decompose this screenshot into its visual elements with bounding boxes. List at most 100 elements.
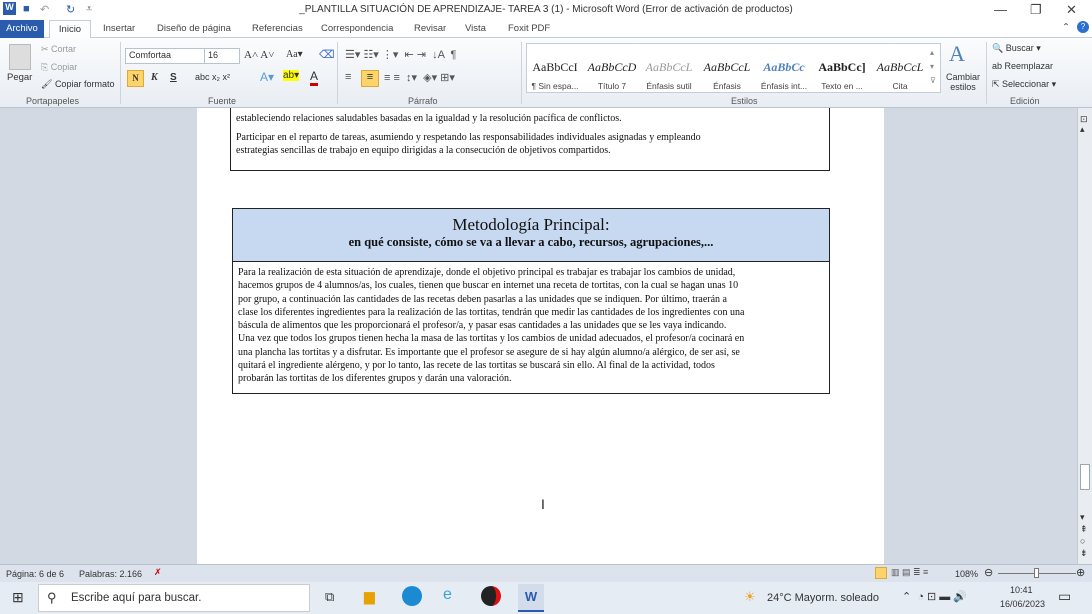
search-placeholder: Escribe aquí para buscar. [71, 592, 202, 604]
undo-icon[interactable]: ↶ [40, 3, 49, 16]
list-icons[interactable]: ☰▾ ☷▾ ⋮▾ ⇤ ⇥ ↓A ¶ [345, 48, 456, 61]
word-taskbar-icon[interactable]: W [518, 584, 544, 612]
clear-format-icon[interactable]: ⌫ [319, 48, 335, 61]
tab-foxit[interactable]: Foxit PDF [508, 23, 550, 34]
zoom-level[interactable]: 108% [955, 569, 978, 579]
grow-font-icon[interactable]: A˄ A˅ [244, 49, 274, 61]
page-count[interactable]: Página: 6 de 6 [6, 569, 64, 579]
tab-referencias[interactable]: Referencias [252, 23, 303, 34]
italic-button[interactable]: K [151, 72, 158, 83]
zoom-slider-thumb[interactable] [1034, 568, 1039, 578]
zoom-in-icon[interactable]: ⊕ [1076, 566, 1085, 579]
collapse-ribbon-icon[interactable]: ⌃ [1062, 22, 1070, 33]
task-view-icon[interactable]: ⧉ [325, 589, 334, 605]
tab-archivo[interactable]: Archivo [0, 20, 44, 38]
vertical-scrollbar[interactable]: ⊡ ▴ ▾ ⇞ ○ ⇟ [1077, 108, 1092, 564]
align-right-icon[interactable]: ≡ ≡ ↕▾ ◈▾ ⊞▾ [384, 71, 455, 84]
tab-inicio[interactable]: Inicio [49, 20, 91, 39]
methodology-body[interactable]: Para la realización de esta situación de… [233, 262, 829, 390]
tab-revisar[interactable]: Revisar [414, 23, 446, 34]
word-count[interactable]: Palabras: 2.166 [79, 569, 142, 579]
proofing-icon[interactable]: ✗ [154, 567, 162, 578]
cut-button[interactable]: ✂ Cortar [41, 44, 76, 55]
replace-button[interactable]: ab Reemplazar [992, 61, 1053, 71]
scroll-down-icon[interactable]: ▾ ⇞ ○ ⇟ [1080, 511, 1088, 559]
title-bar: _PLANTILLA SITUACIÓN DE APRENDIZAJE- TAR… [0, 0, 1092, 20]
text-line: probarán las tortitas de los diferentes … [238, 373, 512, 385]
find-label: Buscar [1005, 43, 1034, 53]
tab-insertar[interactable]: Insertar [103, 23, 135, 34]
styles-gallery: AaBbCcI ¶ Sin espa... AaBbCcD Título 7 AaB… [526, 43, 941, 93]
close-button[interactable]: ✕ [1066, 2, 1077, 18]
tab-vista[interactable]: Vista [465, 23, 486, 34]
align-left-icon[interactable]: ≡ [345, 71, 351, 83]
style-enfasis-sutil[interactable]: AaBbCcL Énfasis sutil [641, 60, 697, 91]
change-case-icon[interactable]: Aa▾ [286, 49, 303, 60]
text-line: Participar en el reparto de tareas, asum… [236, 132, 701, 143]
edge-icon[interactable] [402, 586, 422, 606]
minimize-button[interactable]: — [994, 2, 1007, 17]
internet-explorer-icon[interactable]: e [443, 586, 452, 604]
style-enfasis-intenso[interactable]: AaBbCc Énfasis int... [756, 60, 812, 91]
scrollbar-thumb[interactable] [1080, 464, 1090, 490]
replace-label: Reemplazar [1004, 61, 1054, 71]
align-center-icon[interactable]: ≡ [361, 70, 379, 87]
scroll-up-icon[interactable]: ▴ [1080, 124, 1085, 135]
help-icon[interactable]: ? [1077, 21, 1089, 33]
text-line: una plancha las tortitas y a disfrutar. … [238, 346, 740, 358]
paste-icon[interactable] [9, 44, 31, 70]
tab-correspondencia[interactable]: Correspondencia [321, 23, 393, 34]
print-layout-view-icon[interactable] [875, 567, 887, 579]
tab-diseno[interactable]: Diseño de página [157, 23, 231, 34]
text-line: hacemos grupos de 4 alumnos/as, los cual… [238, 280, 739, 292]
start-icon[interactable]: ⊞ [12, 589, 24, 606]
format-painter-button[interactable]: 🖌 Copiar formato [41, 79, 114, 90]
file-explorer-icon[interactable]: ▆ [364, 588, 375, 605]
select-button[interactable]: ⇱ Seleccionar ▾ [992, 79, 1056, 90]
font-size-select[interactable]: 16 [204, 48, 240, 64]
change-styles-icon[interactable]: A [949, 41, 965, 67]
bold-button[interactable]: N [127, 70, 144, 87]
style-cita[interactable]: AaBbCcL Cita [872, 60, 928, 91]
underline-button[interactable]: S [170, 72, 177, 83]
view-buttons-icon[interactable]: ▥ ▤ ≣ ≡ [891, 567, 928, 578]
copy-button[interactable]: ⎘ Copiar [41, 62, 77, 73]
customize-quick-access-icon[interactable]: ⩡ [86, 3, 92, 16]
font-name-select[interactable]: Comfortaa [125, 48, 205, 64]
media-app-icon[interactable] [481, 586, 501, 606]
highlight-icon[interactable]: ab▾ [283, 70, 300, 81]
group-label-paragraph: Párrafo [408, 96, 438, 106]
text-line: estrategias sencillas de trabajo en equi… [236, 145, 611, 156]
clock-time[interactable]: 10:41 [1010, 585, 1033, 595]
clock-date[interactable]: 16/06/2023 [1000, 599, 1045, 609]
strikethrough-icon[interactable]: abc x₂ x² [195, 72, 230, 82]
text-line: por grupo, a continuación las cantidades… [238, 293, 727, 305]
window-title: _PLANTILLA SITUACIÓN DE APRENDIZAJE- TAR… [299, 4, 793, 15]
cut-label: Cortar [51, 44, 77, 54]
change-styles-button[interactable]: Cambiar estilos [945, 72, 981, 92]
methodology-box: Metodología Principal: en qué consiste, … [232, 208, 830, 394]
text-effects-icon[interactable]: A▾ [260, 70, 274, 84]
style-enfasis[interactable]: AaBbCcL Énfasis [699, 60, 755, 91]
format-painter-label: Copiar formato [54, 79, 115, 89]
text-line: quitará el ingrediente alérgeno, y por l… [238, 360, 715, 372]
style-sin-espaciado[interactable]: AaBbCcI ¶ Sin espa... [527, 60, 583, 91]
find-button[interactable]: 🔍 Buscar ▾ [992, 43, 1041, 54]
restore-button[interactable]: ❐ [1030, 2, 1042, 18]
paste-button[interactable]: Pegar [7, 72, 32, 83]
notifications-icon[interactable]: ▭ [1058, 588, 1071, 605]
font-color-icon[interactable]: A [310, 69, 319, 86]
tray-icons[interactable]: ⌃ ◔ ⊡ ▬ 🔊 [902, 590, 967, 603]
save-icon[interactable]: ■ [23, 3, 30, 15]
taskbar-search-input[interactable]: ⚲ Escribe aquí para buscar. [38, 584, 310, 612]
text-line: Para la realización de esta situación de… [238, 267, 736, 278]
zoom-out-icon[interactable]: ⊖ [984, 566, 993, 579]
redo-icon[interactable]: ↻ [66, 3, 75, 16]
weather-text[interactable]: 24°C Mayorm. soleado [767, 592, 879, 604]
style-texto-en-negrita[interactable]: AaBbCc] Texto en ... [814, 60, 870, 91]
style-titulo-7[interactable]: AaBbCcD Título 7 [584, 60, 640, 91]
copy-label: Copiar [50, 62, 78, 72]
styles-scroll[interactable]: ▴ ▾ ⊽ [930, 46, 936, 88]
status-bar: Página: 6 de 6 Palabras: 2.166 ✗ ▥ ▤ ≣ ≡… [0, 564, 1092, 582]
word-app-icon[interactable]: W [3, 2, 16, 15]
